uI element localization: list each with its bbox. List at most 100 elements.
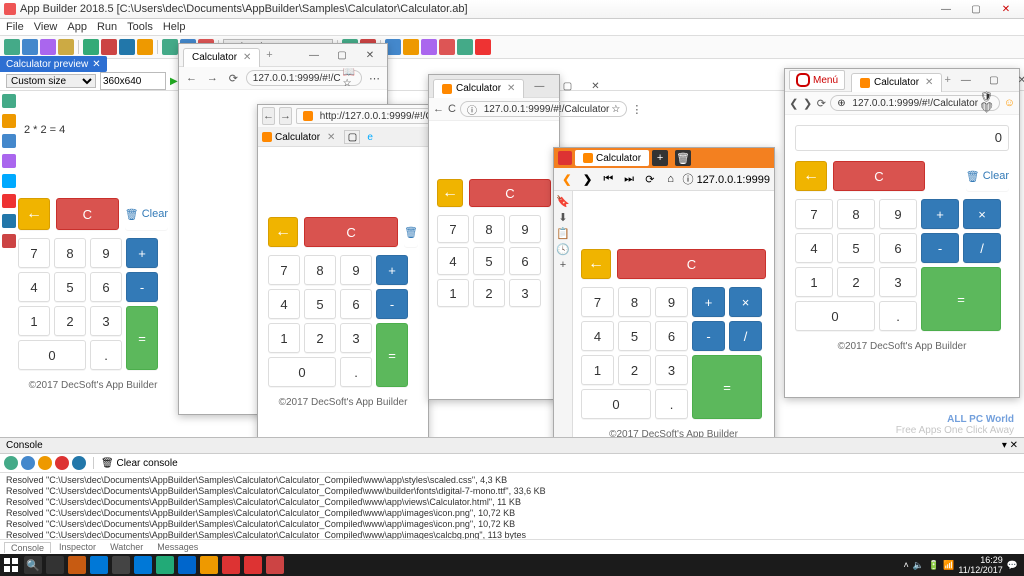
clear-button[interactable]: 🗑 Clear [966,161,1009,191]
c-button[interactable]: C [617,249,766,279]
key-minus[interactable]: - [126,272,158,302]
close-icon[interactable]: ✕ [327,132,335,143]
key-2[interactable]: 2 [837,267,875,297]
tab[interactable]: Calculator [575,150,649,166]
key-times[interactable]: × [963,199,1001,229]
url-field[interactable]: ⓘ 127.0.0.1:9999/#!/Calculator☆ [460,101,627,117]
key-1[interactable]: 1 [795,267,833,297]
console-tab[interactable]: Messages [151,542,204,552]
tool-icon[interactable] [162,39,178,55]
key-1[interactable]: 1 [437,279,469,307]
key-2[interactable]: 2 [54,306,86,336]
close-icon[interactable]: ✕ [925,77,933,88]
forward-icon[interactable]: ❯ [579,171,597,187]
menu-run[interactable]: Run [97,21,117,33]
play-icon[interactable]: ▶ [170,76,178,87]
key-6[interactable]: 6 [509,247,541,275]
key-dot[interactable]: . [879,301,917,331]
key-4[interactable]: 4 [18,272,50,302]
key-eq[interactable]: = [921,267,1001,331]
forward-icon[interactable]: → [204,70,221,86]
key-eq[interactable]: = [692,355,762,419]
minimize-button[interactable]: — [953,71,979,89]
key-5[interactable]: 5 [304,289,336,319]
key-0[interactable]: 0 [581,389,651,419]
key-0[interactable]: 0 [268,357,336,387]
tray-icon[interactable]: 📶 [943,560,954,571]
clear-console-button[interactable]: 🗑 Clear console [101,458,178,469]
key-eq[interactable]: = [126,306,158,370]
url-field[interactable]: ⊕ 127.0.0.1:9999/#!/Calculator🛡 ❤ [830,95,1000,111]
tool-icon[interactable] [83,39,99,55]
taskbar-app-icon[interactable] [200,556,218,574]
key-6[interactable]: 6 [655,321,688,351]
key-plus[interactable]: + [376,255,408,285]
tab-label[interactable]: Calculator [275,132,320,143]
maximize-button[interactable]: ▢ [329,46,355,64]
key-4[interactable]: 4 [581,321,614,351]
back-button[interactable]: ← [437,179,463,207]
taskbar-app-icon[interactable] [112,556,130,574]
rail-icon[interactable] [2,194,16,208]
back-button[interactable]: ← [795,161,827,191]
key-9[interactable]: 9 [655,287,688,317]
key-plus[interactable]: + [921,199,959,229]
tray-time[interactable]: 16:29 [958,555,1002,565]
taskbar-app-icon[interactable] [222,556,240,574]
tray-chevron-icon[interactable]: ˄ [903,560,908,570]
back-icon[interactable]: ❮ [789,95,799,111]
taskbar-app-icon[interactable] [156,556,174,574]
close-icon[interactable]: ✕ [92,59,100,70]
rail-icon[interactable] [2,234,16,248]
url-field[interactable]: http://127.0.0.1:9999/#!/C [296,108,440,124]
c-button[interactable]: C [469,179,551,207]
key-3[interactable]: 3 [340,323,372,353]
tab[interactable]: Calculator✕ [851,73,942,92]
key-minus[interactable]: - [921,233,959,263]
close-icon[interactable]: ✕ [507,83,515,94]
search-icon[interactable]: 🔍 [24,556,42,574]
key-eq[interactable]: = [376,323,408,387]
back-button[interactable]: ← [18,198,50,230]
close-button[interactable]: ✕ [357,46,383,64]
forward-icon[interactable]: → [279,107,292,125]
menu-tools[interactable]: Tools [127,21,153,33]
menu-file[interactable]: File [6,21,24,33]
key-6[interactable]: 6 [340,289,372,319]
key-7[interactable]: 7 [437,215,469,243]
reload-icon[interactable]: ⟳ [225,70,242,86]
console-icon[interactable] [72,456,86,470]
tool-icon[interactable] [439,39,455,55]
tool-icon[interactable] [137,39,153,55]
minimize-button[interactable]: — [526,77,552,95]
history-icon[interactable]: 🕓 [557,243,569,255]
clear-button[interactable]: 🗑 Clear [125,198,168,230]
home-icon[interactable]: ⌂ [662,171,680,187]
bookmark-icon[interactable]: 🔖 [557,195,569,207]
add-icon[interactable]: + [557,259,569,271]
key-plus[interactable]: + [126,238,158,268]
key-8[interactable]: 8 [473,215,505,243]
tool-icon[interactable] [4,39,20,55]
opera-menu-button[interactable]: Menú [789,70,845,90]
tool-icon[interactable] [457,39,473,55]
key-dot[interactable]: . [655,389,688,419]
key-7[interactable]: 7 [581,287,614,317]
console-tab[interactable]: Console [4,542,51,553]
minimize-button[interactable]: — [301,46,327,64]
extension-icon[interactable]: ☺ [1004,95,1015,111]
key-3[interactable]: 3 [90,306,122,336]
tool-icon[interactable] [403,39,419,55]
new-tab-button[interactable]: + [652,150,668,166]
console-icon[interactable] [21,456,35,470]
key-1[interactable]: 1 [581,355,614,385]
c-button[interactable]: C [304,217,398,247]
tray-date[interactable]: 11/12/2017 [958,565,1002,575]
new-tab-button[interactable]: ▢ [344,130,360,144]
tray-icon[interactable]: 🔋 [928,560,939,571]
menu-help[interactable]: Help [163,21,186,33]
tool-icon[interactable] [58,39,74,55]
tool-icon[interactable] [421,39,437,55]
key-1[interactable]: 1 [18,306,50,336]
url-field[interactable]: ⓘ 127.0.0.1:9999 [683,171,770,187]
